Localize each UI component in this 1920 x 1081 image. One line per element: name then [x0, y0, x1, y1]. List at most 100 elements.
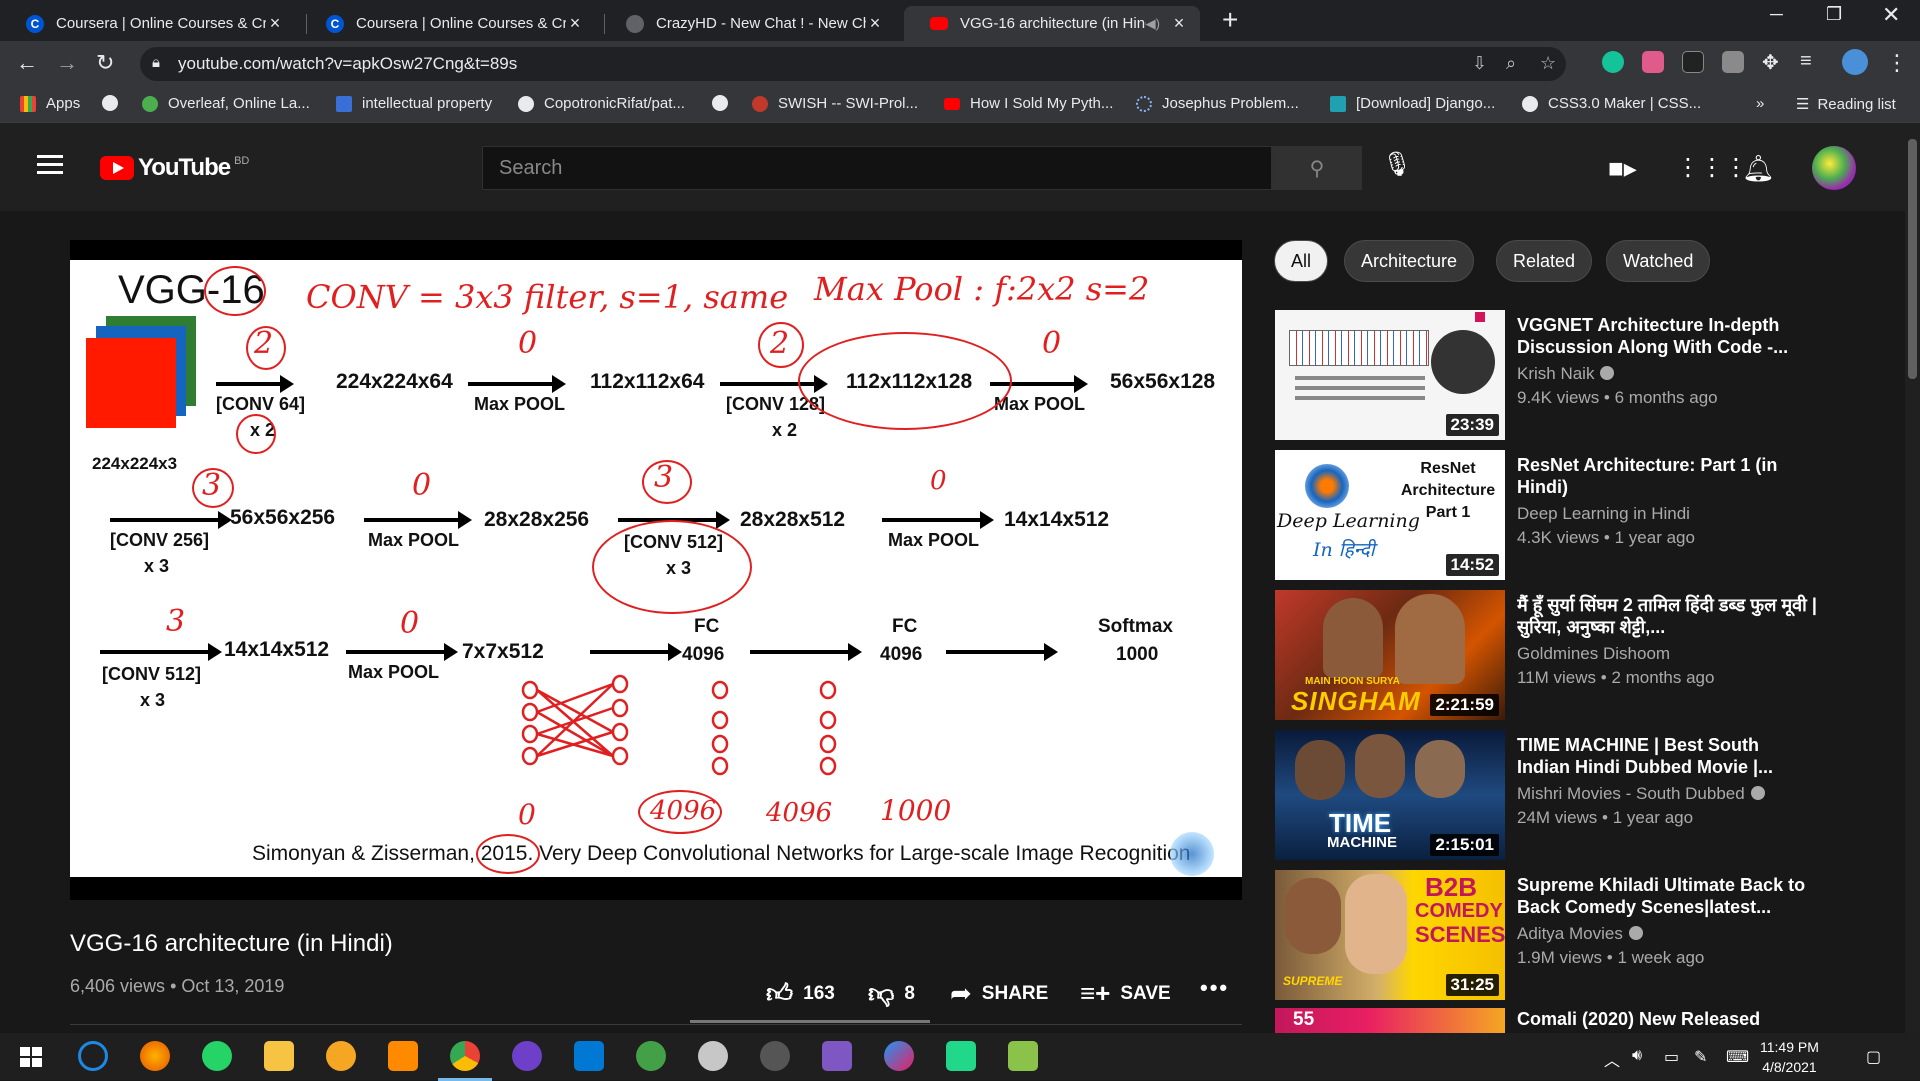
close-icon[interactable]: ×	[566, 13, 584, 34]
search-button[interactable]: ⚲	[1272, 146, 1362, 190]
channel-name[interactable]: Aditya Movies	[1517, 924, 1643, 944]
camera-icon[interactable]	[1722, 51, 1744, 73]
recommendation-title[interactable]: VGGNET Architecture In-depth Discussion …	[1517, 314, 1817, 358]
keyboard-icon[interactable]: ⌨	[1726, 1047, 1749, 1067]
vscode-icon[interactable]	[574, 1041, 604, 1071]
bookmark-apps[interactable]: Apps	[20, 95, 80, 112]
bookmark-item[interactable]: CSS3.0 Maker | CSS...	[1522, 95, 1701, 112]
bookmark-item[interactable]: How I Sold My Pyth...	[944, 95, 1113, 112]
video-thumbnail[interactable]: ResNet Architecture Part 1 Deep Learning I…	[1275, 450, 1505, 580]
microphone-icon[interactable]: 🎙︎	[1382, 150, 1412, 179]
channel-name[interactable]: Mishri Movies - South Dubbed	[1517, 784, 1765, 804]
back-icon[interactable]: ←	[16, 50, 38, 76]
minimize-icon[interactable]: ─	[1770, 4, 1783, 25]
video-thumbnail[interactable]: 55	[1275, 1008, 1505, 1033]
video-thumbnail[interactable]: MAIN HOON SURYA SINGHAM 2:21:59	[1275, 590, 1505, 720]
more-actions-button[interactable]: •••	[1200, 975, 1229, 1001]
restore-icon[interactable]: ❐	[1826, 4, 1842, 25]
bookmark-item[interactable]: CopotronicRifat/pat...	[518, 95, 685, 112]
reload-icon[interactable]: ↻	[96, 50, 114, 76]
bookmark-item[interactable]: Overleaf, Online La...	[142, 95, 310, 112]
video-thumbnail[interactable]: B2B COMEDY SCENES SUPREME 31:25	[1275, 870, 1505, 1000]
apps-grid-icon[interactable]: ⋮⋮⋮	[1676, 153, 1748, 182]
app-icon[interactable]	[636, 1041, 666, 1071]
system-clock[interactable]: 11:49 PM 4/8/2021	[1760, 1037, 1819, 1077]
reading-list[interactable]: ☰ Reading list	[1796, 95, 1896, 114]
extension-icon[interactable]	[1682, 51, 1704, 73]
app-icon[interactable]	[698, 1041, 728, 1071]
create-video-icon[interactable]: ■▸	[1608, 153, 1637, 184]
new-tab-icon[interactable]: +	[1222, 6, 1238, 34]
video-thumbnail[interactable]: 23:39	[1275, 310, 1505, 440]
dislike-button[interactable]: 👎︎ 8	[868, 978, 915, 1009]
chip-architecture[interactable]: Architecture	[1344, 240, 1475, 282]
bookmark-item[interactable]	[102, 95, 128, 111]
pen-icon[interactable]: ✎	[1694, 1047, 1707, 1067]
chip-related[interactable]: Related	[1496, 240, 1593, 282]
channel-name[interactable]: Goldmines Dishoom	[1517, 644, 1670, 664]
close-icon[interactable]: ×	[266, 13, 284, 34]
recommendation-item[interactable]: MAIN HOON SURYA SINGHAM 2:21:59 मैं हूँ …	[1275, 590, 1895, 720]
recommendation-item[interactable]: B2B COMEDY SCENES SUPREME 31:25 Supreme …	[1275, 870, 1895, 1000]
share-button[interactable]: ➦ SHARE	[950, 978, 1048, 1009]
recommendation-item[interactable]: 55 Comali (2020) New Released	[1275, 1008, 1895, 1033]
extension-icon[interactable]	[1642, 51, 1664, 73]
file-explorer-icon[interactable]	[264, 1041, 294, 1071]
brave-icon[interactable]	[326, 1041, 356, 1071]
firefox-icon[interactable]	[140, 1041, 170, 1071]
chrome-icon[interactable]	[438, 1041, 492, 1081]
video-player[interactable]: VGG-16 CONV = 3x3 filter, s=1, same Max …	[70, 240, 1242, 900]
window-close-icon[interactable]: ✕	[1882, 2, 1900, 28]
search-input[interactable]	[483, 147, 1271, 189]
recommendation-title[interactable]: ResNet Architecture: Part 1 (in Hindi)	[1517, 454, 1817, 498]
close-icon[interactable]: ×	[866, 13, 884, 34]
whatsapp-icon[interactable]	[202, 1041, 232, 1071]
bookmark-star-icon[interactable]: ☆	[1540, 53, 1556, 74]
recommendation-item[interactable]: ResNet Architecture Part 1 Deep Learning I…	[1275, 450, 1895, 580]
search-icon[interactable]	[78, 1041, 108, 1071]
bookmarks-overflow[interactable]: »	[1756, 95, 1764, 112]
bookmark-item[interactable]	[712, 95, 738, 111]
grammarly-icon[interactable]	[1602, 51, 1624, 73]
bookmark-item[interactable]: Josephus Problem...	[1136, 95, 1299, 112]
bookmark-item[interactable]: SWISH -- SWI-Prol...	[752, 95, 918, 112]
windows-start-icon[interactable]	[16, 1041, 46, 1071]
close-icon[interactable]: ×	[1170, 13, 1188, 34]
channel-name[interactable]: Krish Naik	[1517, 364, 1615, 384]
network-icon[interactable]: ▭	[1664, 1047, 1679, 1067]
recommendation-title[interactable]: Comali (2020) New Released	[1517, 1008, 1817, 1030]
browser-tab[interactable]: C Coursera | Online Courses & Credential…	[0, 6, 296, 41]
recommendation-item[interactable]: TIME MACHINE 2:15:01 TIME MACHINE | Best…	[1275, 730, 1895, 860]
volume-icon[interactable]: 🔊︎	[1632, 1047, 1642, 1065]
youtube-logo[interactable]: YouTube BD	[100, 154, 249, 182]
page-scrollbar[interactable]	[1905, 123, 1920, 1033]
hamburger-menu-icon[interactable]	[37, 155, 63, 175]
github-desktop-icon[interactable]	[512, 1041, 542, 1071]
recommendation-title[interactable]: मैं हूँ सुर्या सिंघम 2 तामिल हिंदी डब्ड …	[1517, 594, 1817, 638]
profile-avatar[interactable]	[1842, 49, 1868, 75]
media-control-icon[interactable]: ≡	[1800, 50, 1812, 73]
app-icon[interactable]	[1008, 1041, 1038, 1071]
visual-studio-icon[interactable]	[822, 1041, 852, 1071]
notifications-bell-icon[interactable]: 🔔︎	[1742, 153, 1775, 184]
video-thumbnail[interactable]: TIME MACHINE 2:15:01	[1275, 730, 1505, 860]
bookmark-item[interactable]: [Download] Django...	[1330, 95, 1495, 112]
browser-tab-active[interactable]: VGG-16 architecture (in Hindi) ◀) ×	[904, 6, 1200, 41]
app-icon[interactable]	[760, 1041, 790, 1071]
tray-chevron-icon[interactable]: ︿	[1604, 1047, 1620, 1071]
messenger-icon[interactable]	[884, 1041, 914, 1071]
recommendation-title[interactable]: Supreme Khiladi Ultimate Back to Back Co…	[1517, 874, 1817, 918]
puzzle-icon[interactable]: ✥	[1762, 50, 1779, 75]
chip-all[interactable]: All	[1274, 240, 1329, 282]
audio-icon[interactable]: ◀)	[1146, 16, 1160, 32]
like-button[interactable]: 👍︎ 163	[766, 978, 835, 1009]
recommendation-item[interactable]: 23:39 VGGNET Architecture In-depth Discu…	[1275, 310, 1895, 440]
menu-kebab-icon[interactable]: ⋮	[1886, 50, 1908, 76]
zoom-icon[interactable]: ⌕	[1506, 53, 1516, 74]
bookmark-item[interactable]: intellectual property	[336, 95, 492, 112]
recommendation-title[interactable]: TIME MACHINE | Best South Indian Hindi D…	[1517, 734, 1817, 778]
channel-name[interactable]: Deep Learning in Hindi	[1517, 504, 1690, 524]
notifications-icon[interactable]: ▢	[1866, 1047, 1881, 1067]
pycharm-icon[interactable]	[946, 1041, 976, 1071]
address-bar[interactable]: 🔒︎ youtube.com/watch?v=apkOsw27Cng&t=89s…	[140, 47, 1566, 81]
